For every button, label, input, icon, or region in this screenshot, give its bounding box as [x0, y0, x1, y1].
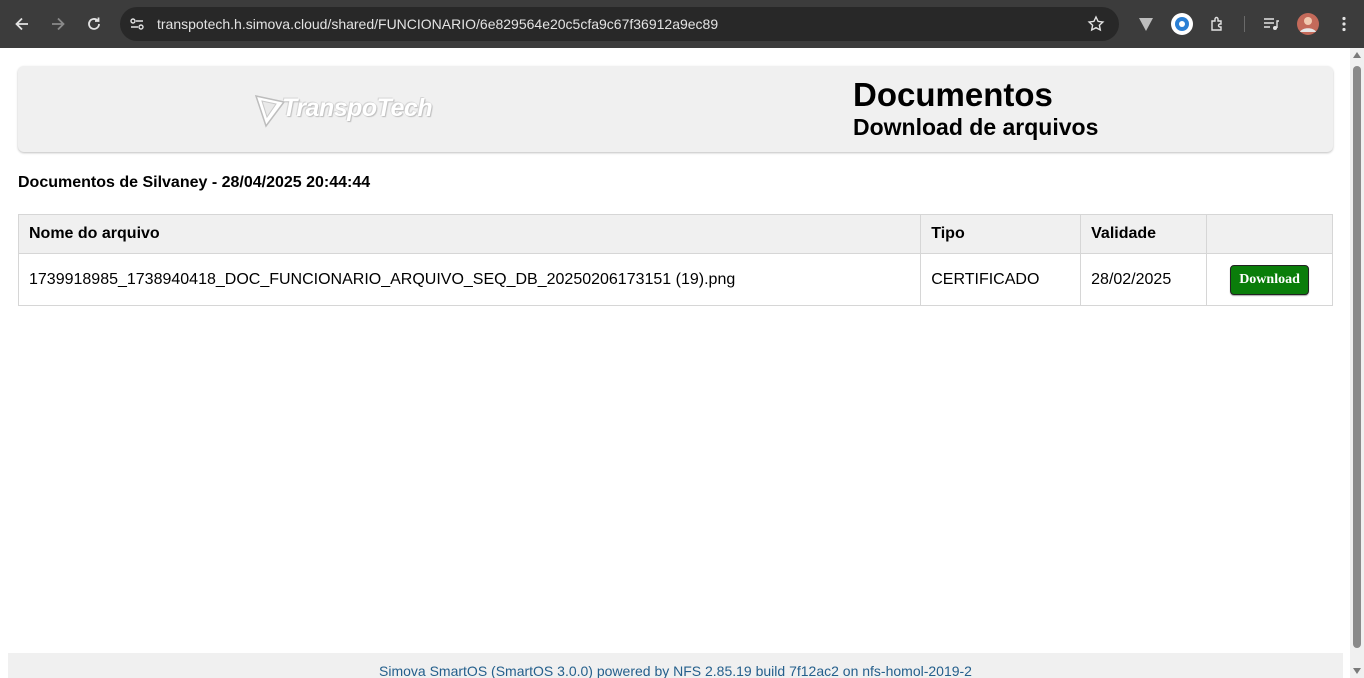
download-button[interactable]: Download — [1230, 264, 1309, 295]
site-info-icon[interactable] — [128, 15, 146, 33]
column-header-type: Tipo — [920, 214, 1082, 254]
files-table: Nome do arquivo Tipo Validade 1739918985… — [17, 214, 1333, 306]
column-header-action — [1206, 214, 1333, 254]
forward-icon[interactable] — [46, 12, 70, 36]
page-content: TranspoTech Documentos Download de arqui… — [0, 48, 1350, 678]
cell-validity: 28/02/2025 — [1080, 253, 1208, 306]
scroll-down-arrow-icon[interactable] — [1353, 668, 1361, 674]
address-bar[interactable]: transpotech.h.simova.cloud/shared/FUNCIO… — [120, 7, 1119, 41]
scroll-up-arrow-icon[interactable] — [1353, 52, 1361, 58]
vertical-scrollbar[interactable] — [1350, 48, 1364, 678]
toolbar-separator — [1244, 16, 1245, 32]
page-footer: Simova SmartOS (SmartOS 3.0.0) powered b… — [8, 653, 1343, 678]
profile-avatar[interactable] — [1296, 12, 1320, 36]
column-header-file-name: Nome do arquivo — [17, 214, 922, 254]
page-header: TranspoTech Documentos Download de arqui… — [18, 66, 1333, 152]
extensions-puzzle-icon[interactable] — [1206, 12, 1230, 36]
column-header-validity: Validade — [1080, 214, 1208, 254]
reload-icon[interactable] — [82, 12, 106, 36]
browser-toolbar: transpotech.h.simova.cloud/shared/FUNCIO… — [0, 0, 1364, 48]
back-icon[interactable] — [10, 12, 34, 36]
page-subtitle: Download de arquivos — [853, 114, 1099, 140]
scrollbar-thumb[interactable] — [1353, 66, 1361, 648]
url-text[interactable]: transpotech.h.simova.cloud/shared/FUNCIO… — [157, 16, 718, 32]
page-title: Documentos — [853, 76, 1053, 113]
footer-text: Simova SmartOS (SmartOS 3.0.0) powered b… — [379, 663, 972, 678]
menu-kebab-icon[interactable] — [1332, 12, 1356, 36]
bookmark-star-icon[interactable] — [1087, 15, 1105, 33]
cell-action: Download — [1206, 253, 1333, 306]
edge-extension-icon[interactable] — [1170, 12, 1194, 36]
table-row: 1739918985_1738940418_DOC_FUNCIONARIO_AR… — [17, 253, 1333, 306]
company-logo: TranspoTech — [254, 88, 436, 130]
vivaldi-extension-icon[interactable] — [1134, 12, 1158, 36]
media-queue-icon[interactable] — [1259, 12, 1283, 36]
table-header-row: Nome do arquivo Tipo Validade — [17, 214, 1333, 254]
cell-file-name: 1739918985_1738940418_DOC_FUNCIONARIO_AR… — [17, 253, 922, 306]
logo-text: TranspoTech — [282, 94, 433, 122]
cell-type: CERTIFICADO — [920, 253, 1082, 306]
documents-owner-heading: Documentos de Silvaney - 28/04/2025 20:4… — [18, 174, 371, 191]
